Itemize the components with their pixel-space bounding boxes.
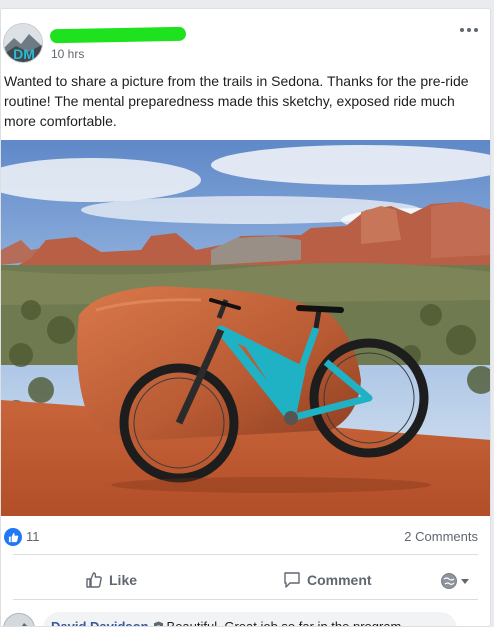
- more-options-button[interactable]: [458, 23, 480, 37]
- avatar-logo-text: DM: [13, 46, 35, 62]
- shield-icon: [153, 621, 163, 626]
- reactions-bar: 11 2 Comments: [1, 524, 490, 552]
- trail-photo-illustration: [1, 140, 490, 516]
- audience-selector-button[interactable]: [441, 573, 469, 589]
- like-button[interactable]: Like: [85, 562, 137, 598]
- comment-button[interactable]: Comment: [283, 562, 372, 598]
- thumbs-up-icon: [86, 572, 102, 588]
- author-avatar[interactable]: DM: [3, 23, 43, 63]
- comment-preview: David Davidson Beautiful. Great job so fa…: [1, 606, 490, 627]
- post-header: DM 10 hrs: [1, 9, 490, 69]
- comment-button-label: Comment: [307, 572, 372, 588]
- commenter-name-link[interactable]: David Davidson: [51, 619, 149, 626]
- post-photo[interactable]: [1, 140, 490, 516]
- post-actions: Like Comment: [1, 562, 490, 598]
- globe-icon: [441, 573, 457, 589]
- comments-count-link[interactable]: 2 Comments: [404, 529, 478, 544]
- like-thumb-icon[interactable]: [4, 528, 22, 546]
- reaction-count[interactable]: 11: [26, 529, 40, 544]
- commenter-avatar[interactable]: [3, 613, 35, 626]
- chevron-down-icon: [461, 578, 469, 584]
- divider: [13, 599, 478, 600]
- author-name-redaction: [49, 26, 187, 44]
- dot-icon: [474, 28, 478, 32]
- post-timestamp[interactable]: 10 hrs: [51, 47, 84, 61]
- feed-post: DM 10 hrs Wanted to share a picture from…: [0, 8, 491, 627]
- like-button-label: Like: [109, 572, 138, 588]
- comment-bubble-icon: [284, 572, 300, 588]
- comment-bubble: David Davidson Beautiful. Great job so fa…: [43, 612, 457, 627]
- divider: [13, 554, 478, 555]
- post-text: Wanted to share a picture from the trail…: [4, 73, 469, 129]
- dot-icon: [460, 28, 464, 32]
- dot-icon: [467, 28, 471, 32]
- comment-text: Beautiful. Great job so far in the progr…: [166, 619, 405, 627]
